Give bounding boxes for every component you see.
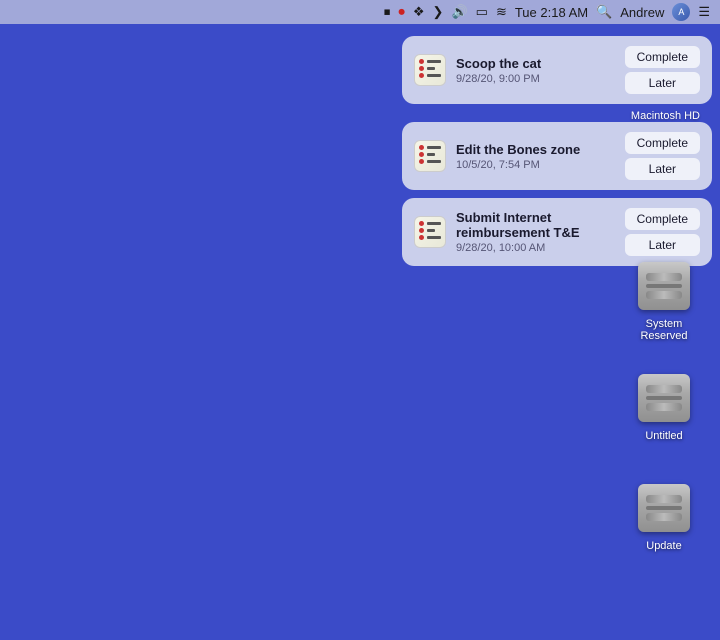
notification-card-1: Scoop the cat 9/28/20, 9:00 PM Complete … [402,36,712,104]
avatar[interactable]: A [672,3,690,21]
later-button-3[interactable]: Later [625,234,700,256]
notification-actions-1: Complete Later [625,46,700,94]
desktop-icon-update[interactable]: Update [624,480,704,552]
wifi-icon[interactable]: ≋ [496,4,507,20]
complete-button-3[interactable]: Complete [625,208,700,230]
macintosh-hd-label: Macintosh HD [631,110,700,122]
record-icon[interactable]: ⏺ [398,4,405,20]
notification-text-1: Scoop the cat 9/28/20, 9:00 PM [456,56,615,85]
notification-text-3: Submit Internet reimbursement T&E 9/28/2… [456,210,615,254]
later-button-1[interactable]: Later [625,72,700,94]
desktop-icon-system-reserved[interactable]: System Reserved [624,258,704,342]
notification-text-2: Edit the Bones zone 10/5/20, 7:54 PM [456,142,615,171]
search-icon[interactable]: 🔍 [596,4,612,20]
reminders-app-icon-3 [414,216,446,248]
notification-actions-3: Complete Later [625,208,700,256]
airplay-icon[interactable]: ▭ [476,4,488,20]
hdd-icon-untitled [636,370,692,426]
untitled-label: Untitled [645,430,682,442]
notifications-panel: Scoop the cat 9/28/20, 9:00 PM Complete … [402,36,712,266]
notification-title-2: Edit the Bones zone [456,142,615,157]
notification-date-2: 10/5/20, 7:54 PM [456,159,615,171]
notification-title-1: Scoop the cat [456,56,615,71]
notification-title-3: Submit Internet reimbursement T&E [456,210,615,240]
complete-button-1[interactable]: Complete [625,46,700,68]
system-reserved-label: System Reserved [624,318,704,342]
notification-date-1: 9/28/20, 9:00 PM [456,73,615,85]
dropbox-icon[interactable]: ❖ [413,4,425,20]
reminders-app-icon [414,54,446,86]
notification-actions-2: Complete Later [625,132,700,180]
notification-date-3: 9/28/20, 10:00 AM [456,242,615,254]
menubar-time: Tue 2:18 AM [515,5,588,20]
complete-button-2[interactable]: Complete [625,132,700,154]
desktop-icon-untitled[interactable]: Untitled [624,370,704,442]
reminders-app-icon-2 [414,140,446,172]
later-button-2[interactable]: Later [625,158,700,180]
volume-icon[interactable]: 🔊 [451,4,467,20]
notification-card-2: Edit the Bones zone 10/5/20, 7:54 PM Com… [402,122,712,190]
update-label: Update [646,540,681,552]
menubar-username: Andrew [620,5,664,20]
menubar-right: ⏹ ⏺ ❖ ❯ 🔊 ▭ ≋ Tue 2:18 AM 🔍 Andrew A ☰ [384,3,710,21]
menubar: ⏹ ⏺ ❖ ❯ 🔊 ▭ ≋ Tue 2:18 AM 🔍 Andrew A ☰ [0,0,720,24]
hdd-icon-system-reserved [636,258,692,314]
stop-icon[interactable]: ⏹ [384,4,391,20]
menu-icon[interactable]: ☰ [698,4,710,20]
chevron-icon[interactable]: ❯ [433,4,444,20]
notification-card-3: Submit Internet reimbursement T&E 9/28/2… [402,198,712,266]
hdd-icon-update [636,480,692,536]
